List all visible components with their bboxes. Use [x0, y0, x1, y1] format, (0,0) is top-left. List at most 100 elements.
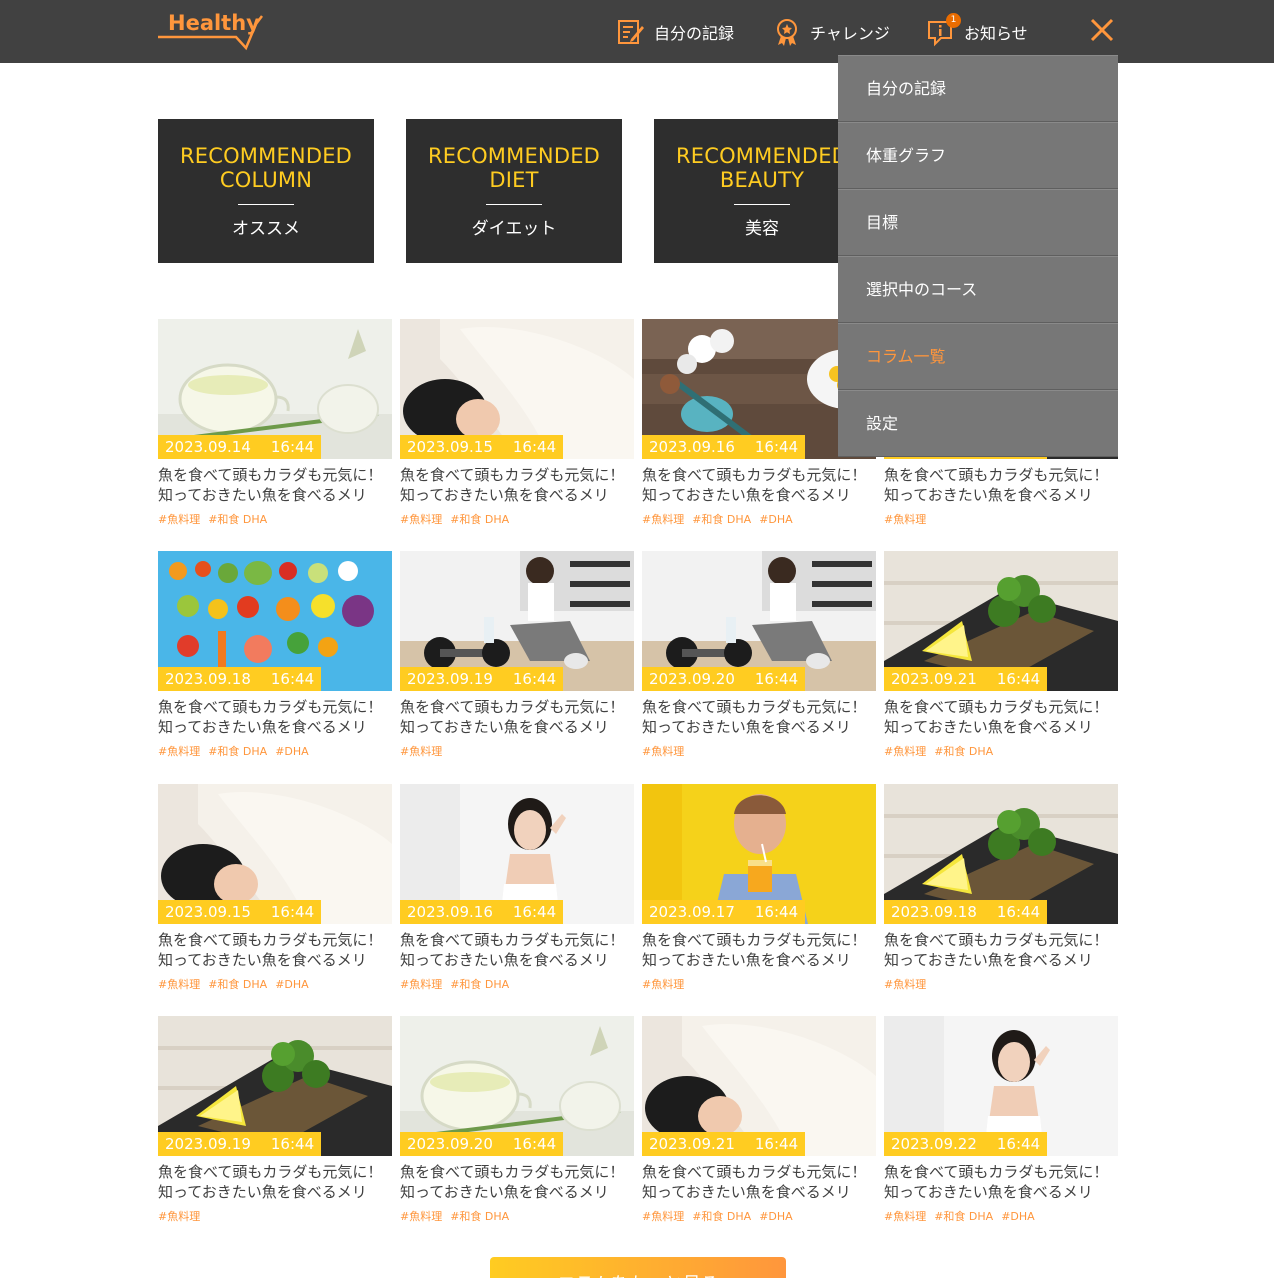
menu-item-selected-course[interactable]: 選択中のコース [838, 256, 1118, 323]
column-tag[interactable]: #魚料理 [400, 513, 442, 526]
column-tag[interactable]: #魚料理 [158, 1210, 200, 1223]
column-tag[interactable]: #和食 DHA [692, 513, 751, 526]
column-card[interactable]: 2023.09.17 16:44 魚を食べて頭もカラダも元気に！ 知っておきたい魚を… [642, 784, 876, 992]
column-title[interactable]: 魚を食べて頭もカラダも元気に！ 知っておきたい魚を食べるメリ [642, 1162, 876, 1202]
column-card[interactable]: 2023.09.15 16:44 魚を食べて頭もカラダも元気に！ 知っておきたい魚を… [158, 784, 392, 992]
category-column[interactable]: RECOMMENDED COLUMN オススメ [158, 119, 374, 263]
column-title[interactable]: 魚を食べて頭もカラダも元気に！ 知っておきたい魚を食べるメリ [642, 465, 876, 505]
column-card[interactable]: 2023.09.19 16:44 魚を食べて頭もカラダも元気に！ 知っておきたい魚を… [400, 551, 634, 759]
column-tag[interactable]: #魚料理 [884, 978, 926, 991]
column-tags: #魚料理 #和食 DHA [884, 743, 1118, 759]
column-card[interactable]: 2023.09.21 16:44 魚を食べて頭もカラダも元気に！ 知っておきたい魚を… [884, 551, 1118, 759]
column-tag[interactable]: #魚料理 [642, 1210, 684, 1223]
category-title: RECOMMENDED COLUMN [179, 144, 353, 192]
column-card[interactable]: 2023.09.20 16:44 魚を食べて頭もカラダも元気に！ 知っておきたい魚を… [400, 1016, 634, 1224]
column-tag[interactable]: #魚料理 [884, 1210, 926, 1223]
column-thumbnail[interactable]: 2023.09.15 16:44 [158, 784, 392, 924]
column-date: 2023.09.19 [407, 670, 493, 688]
column-tag[interactable]: #魚料理 [158, 745, 200, 758]
nav-my-records[interactable]: 自分の記録 [616, 0, 734, 63]
column-tag[interactable]: #DHA [759, 1210, 792, 1223]
column-thumbnail[interactable]: 2023.09.18 16:44 [158, 551, 392, 691]
column-title[interactable]: 魚を食べて頭もカラダも元気に！ 知っておきたい魚を食べるメリ [884, 697, 1118, 737]
column-thumbnail[interactable]: 2023.09.14 16:44 [158, 319, 392, 459]
column-title[interactable]: 魚を食べて頭もカラダも元気に！ 知っておきたい魚を食べるメリ [400, 930, 634, 970]
column-tag[interactable]: #魚料理 [642, 978, 684, 991]
column-card[interactable]: 2023.09.16 16:44 魚を食べて頭もカラダも元気に！ 知っておきたい魚を… [400, 784, 634, 992]
load-more-button[interactable]: コラムをもっと見る [490, 1257, 786, 1278]
column-card[interactable]: 2023.09.21 16:44 魚を食べて頭もカラダも元気に！ 知っておきたい魚を… [642, 1016, 876, 1224]
column-card[interactable]: 2023.09.18 16:44 魚を食べて頭もカラダも元気に！ 知っておきたい魚を… [158, 551, 392, 759]
column-tag[interactable]: #魚料理 [158, 978, 200, 991]
menu-item-settings[interactable]: 設定 [838, 390, 1118, 457]
column-tag[interactable]: #魚料理 [884, 513, 926, 526]
column-title[interactable]: 魚を食べて頭もカラダも元気に！ 知っておきたい魚を食べるメリ [158, 930, 392, 970]
column-tag[interactable]: #魚料理 [642, 513, 684, 526]
column-thumbnail[interactable]: 2023.09.16 16:44 [400, 784, 634, 924]
column-title[interactable]: 魚を食べて頭もカラダも元気に！ 知っておきたい魚を食べるメリ [884, 930, 1118, 970]
column-tag[interactable]: #DHA [759, 513, 792, 526]
menu-item-my-records[interactable]: 自分の記録 [838, 55, 1118, 122]
column-tag[interactable]: #DHA [275, 745, 308, 758]
nav-challenge[interactable]: チャレンジ [772, 0, 890, 63]
column-tag[interactable]: #魚料理 [400, 1210, 442, 1223]
column-title[interactable]: 魚を食べて頭もカラダも元気に！ 知っておきたい魚を食べるメリ [400, 1162, 634, 1202]
menu-item-goal[interactable]: 目標 [838, 189, 1118, 256]
column-thumbnail[interactable]: 2023.09.15 16:44 [400, 319, 634, 459]
column-thumbnail[interactable]: 2023.09.17 16:44 [642, 784, 876, 924]
column-title[interactable]: 魚を食べて頭もカラダも元気に！ 知っておきたい魚を食べるメリ [642, 930, 876, 970]
column-tag[interactable]: #和食 DHA [208, 745, 267, 758]
column-card[interactable]: 2023.09.20 16:44 魚を食べて頭もカラダも元気に！ 知っておきたい魚を… [642, 551, 876, 759]
column-thumbnail[interactable]: 2023.09.20 16:44 [642, 551, 876, 691]
column-tag[interactable]: #DHA [1001, 1210, 1034, 1223]
column-tag[interactable]: #魚料理 [400, 745, 442, 758]
column-date: 2023.09.20 [649, 670, 735, 688]
column-date-badge: 2023.09.16 16:44 [400, 900, 564, 924]
column-title[interactable]: 魚を食べて頭もカラダも元気に！ 知っておきたい魚を食べるメリ [642, 697, 876, 737]
nav-my-records-label: 自分の記録 [654, 23, 735, 43]
column-title[interactable]: 魚を食べて頭もカラダも元気に！ 知っておきたい魚を食べるメリ [400, 465, 634, 505]
column-card[interactable]: 2023.09.22 16:44 魚を食べて頭もカラダも元気に！ 知っておきたい魚を… [884, 1016, 1118, 1224]
column-title[interactable]: 魚を食べて頭もカラダも元気に！ 知っておきたい魚を食べるメリ [158, 465, 392, 505]
column-date: 2023.09.18 [165, 670, 251, 688]
close-icon[interactable] [1088, 16, 1116, 44]
column-title[interactable]: 魚を食べて頭もカラダも元気に！ 知っておきたい魚を食べるメリ [158, 1162, 392, 1202]
column-time: 16:44 [754, 1135, 799, 1153]
column-tag[interactable]: #和食 DHA [450, 513, 509, 526]
column-tag[interactable]: #和食 DHA [934, 745, 993, 758]
menu-item-weight-graph[interactable]: 体重グラフ [838, 122, 1118, 189]
column-card[interactable]: 2023.09.19 16:44 魚を食べて頭もカラダも元気に！ 知っておきたい魚を… [158, 1016, 392, 1224]
column-thumbnail[interactable]: 2023.09.21 16:44 [642, 1016, 876, 1156]
column-tag[interactable]: #和食 DHA [450, 1210, 509, 1223]
category-diet[interactable]: RECOMMENDED DIET ダイエット [406, 119, 622, 263]
column-title[interactable]: 魚を食べて頭もカラダも元気に！ 知っておきたい魚を食べるメリ [158, 697, 392, 737]
nav-news[interactable]: 1 お知らせ [926, 0, 1028, 63]
column-tag[interactable]: #和食 DHA [450, 978, 509, 991]
column-card[interactable]: 2023.09.15 16:44 魚を食べて頭もカラダも元気に！ 知っておきたい魚を… [400, 319, 634, 527]
column-time: 16:44 [512, 903, 557, 921]
column-title[interactable]: 魚を食べて頭もカラダも元気に！ 知っておきたい魚を食べるメリ [400, 697, 634, 737]
column-tag[interactable]: #和食 DHA [208, 978, 267, 991]
column-thumbnail[interactable]: 2023.09.20 16:44 [400, 1016, 634, 1156]
column-tag[interactable]: #魚料理 [158, 513, 200, 526]
column-thumbnail[interactable]: 2023.09.18 16:44 [884, 784, 1118, 924]
column-thumbnail[interactable]: 2023.09.21 16:44 [884, 551, 1118, 691]
column-title[interactable]: 魚を食べて頭もカラダも元気に！ 知っておきたい魚を食べるメリ [884, 465, 1118, 505]
column-tag[interactable]: #DHA [275, 978, 308, 991]
column-card[interactable]: 2023.09.18 16:44 魚を食べて頭もカラダも元気に！ 知っておきたい魚を… [884, 784, 1118, 992]
menu-item-column-list[interactable]: コラム一覧 [838, 323, 1118, 390]
column-card[interactable]: 2023.09.14 16:44 魚を食べて頭もカラダも元気に！ 知っておきたい魚を… [158, 319, 392, 527]
column-tags: #魚料理 [642, 976, 876, 992]
column-thumbnail[interactable]: 2023.09.19 16:44 [400, 551, 634, 691]
column-thumbnail[interactable]: 2023.09.19 16:44 [158, 1016, 392, 1156]
column-tag[interactable]: #魚料理 [400, 978, 442, 991]
column-tags: #魚料理 #和食 DHA [158, 511, 392, 527]
column-tag[interactable]: #魚料理 [884, 745, 926, 758]
healthy-logo[interactable]: Healthy [158, 8, 266, 52]
column-tag[interactable]: #和食 DHA [934, 1210, 993, 1223]
column-tag[interactable]: #魚料理 [642, 745, 684, 758]
column-thumbnail[interactable]: 2023.09.22 16:44 [884, 1016, 1118, 1156]
column-title[interactable]: 魚を食べて頭もカラダも元気に！ 知っておきたい魚を食べるメリ [884, 1162, 1118, 1202]
column-tag[interactable]: #和食 DHA [208, 513, 267, 526]
column-tag[interactable]: #和食 DHA [692, 1210, 751, 1223]
